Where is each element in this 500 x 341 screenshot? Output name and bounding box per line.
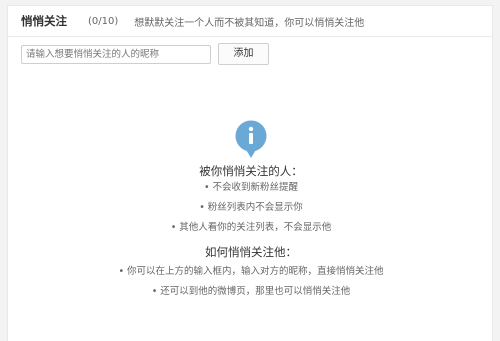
list-item: • 还可以到他的微博页，那里也可以悄悄关注他 <box>151 286 351 297</box>
info-icon <box>235 120 267 158</box>
list-item: • 你可以在上方的输入框内，输入对方的昵称，直接悄悄关注他 <box>118 266 384 277</box>
add-form: 添加 <box>21 43 269 65</box>
follow-count: (0/10) <box>88 15 119 27</box>
section1-list-3: • 其他人看你的关注列表，不会显示他 <box>8 222 494 234</box>
page-title: 悄悄关注 <box>21 14 67 28</box>
section-how-to: 如何悄悄关注他： <box>8 245 494 259</box>
section-hidden-effects: 被你悄悄关注的人： <box>8 164 494 178</box>
section1-list: • 不会收到新粉丝提醒 <box>8 182 494 194</box>
section2-list: • 你可以在上方的输入框内，输入对方的昵称，直接悄悄关注他 <box>8 266 494 278</box>
secret-follow-panel: 悄悄关注 (0/10) 想默默关注一个人而不被其知道，你可以悄悄关注他 添加 被… <box>7 5 493 341</box>
list-item: • 其他人看你的关注列表，不会显示他 <box>170 222 332 233</box>
nickname-input[interactable] <box>21 44 211 64</box>
panel-header: 悄悄关注 (0/10) 想默默关注一个人而不被其知道，你可以悄悄关注他 <box>8 6 492 37</box>
add-button[interactable]: 添加 <box>218 43 269 65</box>
list-item: • 不会收到新粉丝提醒 <box>203 182 299 193</box>
section1-heading: 被你悄悄关注的人： <box>199 164 303 178</box>
section1-list-2: • 粉丝列表内不会显示你 <box>8 202 494 214</box>
header-hint: 想默默关注一个人而不被其知道，你可以悄悄关注他 <box>134 17 365 29</box>
section2-heading: 如何悄悄关注他： <box>205 245 297 259</box>
section2-list-2: • 还可以到他的微博页，那里也可以悄悄关注他 <box>8 286 494 298</box>
list-item: • 粉丝列表内不会显示你 <box>199 202 303 213</box>
